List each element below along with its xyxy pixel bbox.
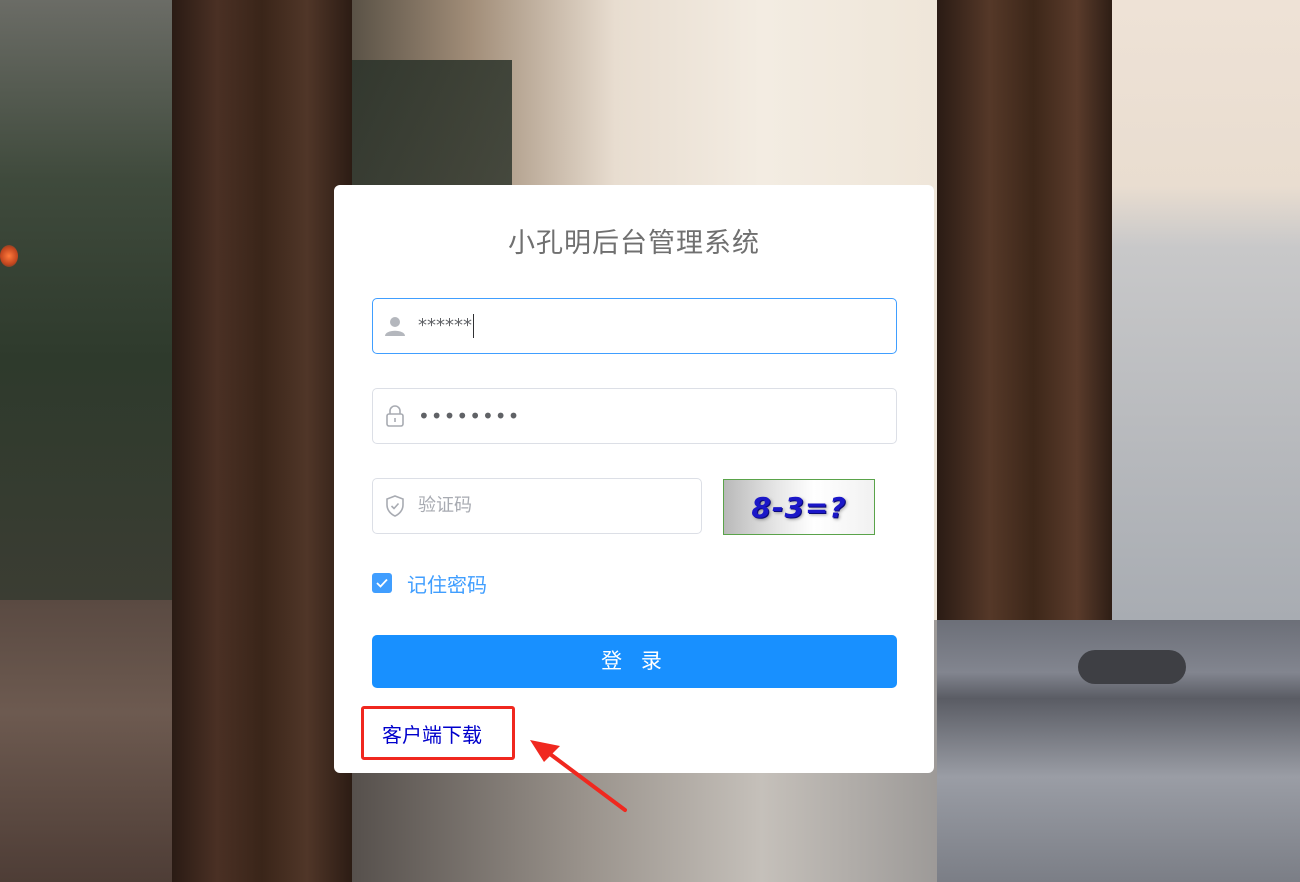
- checkmark-icon: [376, 578, 388, 588]
- shield-check-icon: [383, 494, 407, 518]
- red-arrow-annotation: [530, 740, 627, 812]
- bg-foliage: [0, 0, 175, 600]
- bg-lower-left: [0, 600, 175, 882]
- captcha-placeholder: 验证码: [418, 495, 472, 516]
- lock-icon: [383, 404, 407, 428]
- bg-bench-handle: [1078, 650, 1186, 684]
- client-download-link[interactable]: 客户端下载: [382, 719, 482, 748]
- captcha-field[interactable]: 验证码: [372, 478, 702, 534]
- remember-password[interactable]: 记住密码: [372, 569, 487, 598]
- bg-curtain-right: [1112, 0, 1300, 620]
- bg-light-spot: [0, 245, 18, 267]
- download-highlight-box: 客户端下载: [361, 706, 515, 760]
- captcha-image[interactable]: 8-3=?: [723, 479, 875, 535]
- remember-label[interactable]: 记住密码: [407, 569, 487, 598]
- remember-checkbox[interactable]: [372, 573, 392, 593]
- password-value: ••••••••: [418, 404, 521, 428]
- username-field[interactable]: ******: [372, 298, 897, 354]
- login-card: 小孔明后台管理系统 ****** •••••••• 验证码 8-3=? 记住密码…: [334, 185, 934, 773]
- username-value: ******: [418, 315, 472, 336]
- text-caret: [473, 314, 474, 338]
- user-icon: [383, 314, 407, 338]
- login-button[interactable]: 登 录: [372, 635, 897, 688]
- page-title: 小孔明后台管理系统: [508, 228, 760, 259]
- bg-wooden-post-left: [172, 0, 352, 882]
- password-field[interactable]: ••••••••: [372, 388, 897, 444]
